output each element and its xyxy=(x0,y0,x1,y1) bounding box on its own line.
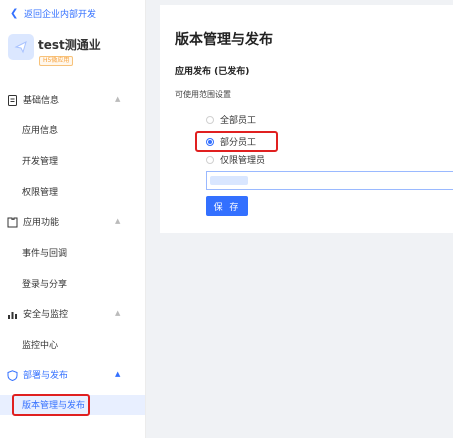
app-logo-icon xyxy=(14,41,27,54)
menu-group-label: 安全与监控 xyxy=(23,310,69,320)
member-tag[interactable] xyxy=(210,176,248,185)
radio-label: 仅限管理员 xyxy=(220,156,266,166)
menu-group-app-features[interactable]: 应用功能 ▲ xyxy=(0,212,145,232)
chevron-up-icon: ▲ xyxy=(115,370,121,378)
section-title: 应用发布 (已发布) xyxy=(175,67,250,77)
menu-group-basic-info[interactable]: 基础信息 ▲ xyxy=(0,90,145,110)
sidebar-item-monitoring-center[interactable]: 监控中心 xyxy=(0,335,145,355)
radio-circle[interactable] xyxy=(206,155,214,164)
page-title: 版本管理与发布 xyxy=(175,32,273,48)
chevron-up-icon: ▲ xyxy=(115,309,121,317)
sidebar-item-events-callbacks[interactable]: 事件与回调 xyxy=(0,243,145,263)
sidebar: ❮ 返回企业内部开发 test测通业 H5微应用 基础信息 ▲ 应用信息 开发管… xyxy=(0,0,146,438)
back-link-label: 返回企业内部开发 xyxy=(24,9,97,20)
radio-admins-only[interactable]: 仅限管理员 xyxy=(206,153,265,166)
chevron-left-icon: ❮ xyxy=(10,7,19,19)
document-icon xyxy=(8,95,17,106)
sidebar-item-label: 事件与回调 xyxy=(22,249,68,259)
puzzle-icon xyxy=(7,217,18,228)
sidebar-item-app-info[interactable]: 应用信息 xyxy=(0,120,145,140)
menu-group-label: 部署与发布 xyxy=(23,371,69,381)
chart-icon xyxy=(8,312,17,319)
scope-label: 可使用范围设置 xyxy=(175,90,231,99)
sidebar-item-login-share[interactable]: 登录与分享 xyxy=(0,274,145,294)
sidebar-item-label: 权限管理 xyxy=(22,188,59,198)
chevron-up-icon: ▲ xyxy=(115,217,121,225)
main-panel: 版本管理与发布 应用发布 (已发布) 可使用范围设置 全部员工 部分员工 仅限管… xyxy=(160,5,453,233)
radio-circle[interactable] xyxy=(206,115,214,124)
menu-group-label: 基础信息 xyxy=(23,96,60,106)
highlight-box xyxy=(12,394,90,416)
menu-group-deploy-release[interactable]: 部署与发布 ▲ xyxy=(0,365,145,385)
sidebar-item-label: 监控中心 xyxy=(22,341,59,351)
app-name: test测通业 xyxy=(38,38,101,52)
sidebar-item-dev-management[interactable]: 开发管理 xyxy=(0,151,145,171)
sidebar-item-label: 应用信息 xyxy=(22,126,59,136)
app-type-badge: H5微应用 xyxy=(39,56,74,66)
app-logo xyxy=(8,34,34,60)
menu-group-label: 应用功能 xyxy=(23,218,60,228)
chevron-up-icon: ▲ xyxy=(115,95,121,103)
radio-label: 全部员工 xyxy=(220,116,257,126)
highlight-box xyxy=(195,131,278,152)
sidebar-item-label: 开发管理 xyxy=(22,157,59,167)
shield-icon xyxy=(7,370,18,381)
menu-group-security-monitoring[interactable]: 安全与监控 ▲ xyxy=(0,304,145,324)
sidebar-item-label: 登录与分享 xyxy=(22,280,68,290)
back-link[interactable]: ❮ 返回企业内部开发 xyxy=(10,6,96,20)
radio-all-employees[interactable]: 全部员工 xyxy=(206,113,256,126)
save-button[interactable]: 保 存 xyxy=(206,196,248,216)
member-select-input[interactable] xyxy=(206,171,453,190)
sidebar-item-permissions[interactable]: 权限管理 xyxy=(0,182,145,202)
